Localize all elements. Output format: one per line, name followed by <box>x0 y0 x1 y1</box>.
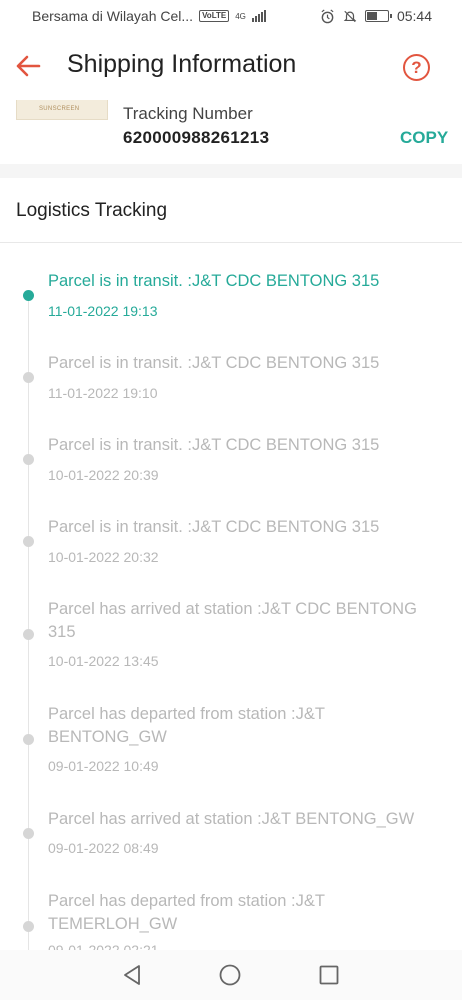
logistics-tracking-title: Logistics Tracking <box>16 200 168 221</box>
tracking-number-label: Tracking Number <box>123 104 253 123</box>
app-header: Shipping Information ? <box>0 32 462 102</box>
event-time: 11-01-2022 19:13 <box>48 303 158 319</box>
event-time: 09-01-2022 10:49 <box>48 758 159 774</box>
section-divider <box>0 164 462 178</box>
status-right: 05:44 <box>320 8 432 24</box>
nav-back-button[interactable] <box>120 963 144 987</box>
help-button[interactable]: ? <box>403 54 430 81</box>
status-bar: Bersama di Wilayah Cel... VoLTE 4G 05:44 <box>0 0 462 32</box>
status-time: 05:44 <box>396 8 432 24</box>
event-description: Parcel is in transit. :J&T CDC BENTONG 3… <box>48 436 380 454</box>
battery-level <box>366 12 378 20</box>
nav-home-button[interactable] <box>218 963 242 987</box>
event-description: Parcel has arrived at station :J&T BENTO… <box>48 810 415 828</box>
signal-icon <box>251 10 266 22</box>
back-button[interactable] <box>14 52 42 80</box>
timeline-dot <box>23 629 34 640</box>
question-circle-icon: ? <box>411 57 422 77</box>
tracking-number-section: SUNSCREEN Tracking Number 62000098826121… <box>0 100 462 164</box>
timeline-dot <box>23 921 34 932</box>
copy-button[interactable]: COPY <box>400 128 448 148</box>
event-time: 10-01-2022 20:39 <box>48 467 159 483</box>
event-description: Parcel is in transit. :J&T CDC BENTONG 3… <box>48 354 380 372</box>
event-description: Parcel is in transit. :J&T CDC BENTONG 3… <box>48 272 380 290</box>
battery-icon <box>364 10 392 22</box>
page-title: Shipping Information <box>67 50 297 78</box>
alarm-icon <box>320 8 335 24</box>
circle-home-icon <box>219 964 241 986</box>
event-description: Parcel has departed from station :J&T TE… <box>48 892 325 933</box>
timeline-dot <box>23 290 34 301</box>
thumbnail-text: SUNSCREEN <box>39 106 80 112</box>
event-time: 10-01-2022 20:32 <box>48 549 159 565</box>
event-description: Parcel has departed from station :J&T BE… <box>48 705 325 746</box>
section-separator <box>0 242 462 243</box>
event-time: 09-01-2022 08:49 <box>48 840 159 856</box>
timeline-dot <box>23 734 34 745</box>
timeline-dot <box>23 828 34 839</box>
event-description: Parcel has arrived at station :J&T CDC B… <box>48 600 417 641</box>
timeline-dot <box>23 536 34 547</box>
square-recents-icon <box>319 965 339 985</box>
volte-icon: VoLTE <box>199 10 230 22</box>
timeline-dot <box>23 372 34 383</box>
event-time: 11-01-2022 19:10 <box>48 385 158 401</box>
navigation-bar <box>0 950 462 1000</box>
nav-recents-button[interactable] <box>317 963 341 987</box>
timeline-line <box>28 296 29 956</box>
triangle-back-icon <box>124 965 140 985</box>
product-thumbnail: SUNSCREEN <box>16 100 108 120</box>
event-time: 10-01-2022 13:45 <box>48 653 159 669</box>
event-description: Parcel is in transit. :J&T CDC BENTONG 3… <box>48 518 380 536</box>
carrier-name: Bersama di Wilayah Cel... <box>32 8 194 24</box>
tracking-number-value: 620000988261213 <box>123 128 270 147</box>
arrow-left-icon <box>16 55 41 77</box>
network-type: 4G <box>235 11 246 21</box>
mute-icon <box>343 9 357 24</box>
timeline-dot <box>23 454 34 465</box>
status-left: Bersama di Wilayah Cel... VoLTE 4G <box>32 8 266 24</box>
